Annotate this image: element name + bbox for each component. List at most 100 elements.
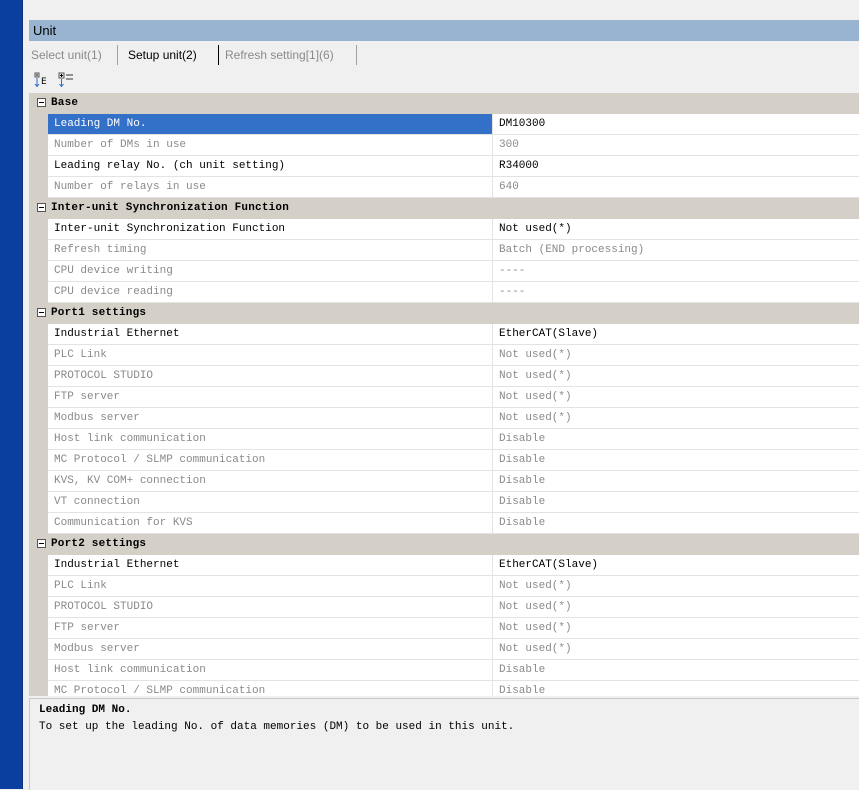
property-name[interactable]: MC Protocol / SLMP communication: [54, 450, 488, 470]
collapse-icon[interactable]: [37, 203, 46, 212]
property-value[interactable]: Not used(*): [499, 618, 572, 638]
property-row[interactable]: PLC Link Not used(*): [48, 345, 859, 366]
property-name[interactable]: Modbus server: [54, 408, 488, 428]
property-row[interactable]: CPU device writing ----: [48, 261, 859, 282]
property-row[interactable]: VT connection Disable: [48, 492, 859, 513]
property-row[interactable]: PLC Link Not used(*): [48, 576, 859, 597]
property-value[interactable]: Not used(*): [499, 408, 572, 428]
property-row[interactable]: MC Protocol / SLMP communication Disable: [48, 450, 859, 471]
property-value[interactable]: Not used(*): [499, 345, 572, 365]
category-header[interactable]: Base: [29, 93, 859, 114]
property-value[interactable]: Disable: [499, 429, 545, 449]
property-name[interactable]: FTP server: [54, 387, 488, 407]
property-row[interactable]: Number of DMs in use 300: [48, 135, 859, 156]
column-divider: [492, 513, 493, 534]
property-value[interactable]: Disable: [499, 471, 545, 491]
property-name[interactable]: Leading relay No. (ch unit setting): [54, 156, 488, 176]
property-value[interactable]: Not used(*): [499, 219, 572, 239]
property-row[interactable]: Host link communication Disable: [48, 660, 859, 681]
property-name[interactable]: Leading DM No.: [54, 114, 488, 134]
property-value[interactable]: Disable: [499, 450, 545, 470]
collapse-icon[interactable]: [37, 308, 46, 317]
column-divider: [492, 471, 493, 492]
property-name[interactable]: Host link communication: [54, 429, 488, 449]
property-value[interactable]: DM10300: [499, 114, 545, 134]
property-row[interactable]: PROTOCOL STUDIO Not used(*): [48, 597, 859, 618]
property-value[interactable]: Disable: [499, 660, 545, 680]
property-row[interactable]: CPU device reading ----: [48, 282, 859, 303]
property-name[interactable]: Industrial Ethernet: [54, 555, 488, 575]
column-divider: [492, 597, 493, 618]
property-value[interactable]: Not used(*): [499, 576, 572, 596]
tab-refresh-setting[interactable]: Refresh setting[1](6): [225, 47, 334, 64]
property-value[interactable]: ----: [499, 261, 525, 281]
tab-separator: [218, 45, 219, 65]
property-name[interactable]: PLC Link: [54, 345, 488, 365]
pane-title: Unit: [33, 23, 57, 38]
property-row[interactable]: Modbus server Not used(*): [48, 639, 859, 660]
property-name[interactable]: Industrial Ethernet: [54, 324, 488, 344]
property-value[interactable]: 300: [499, 135, 519, 155]
property-name[interactable]: MC Protocol / SLMP communication: [54, 681, 488, 696]
property-value[interactable]: Not used(*): [499, 639, 572, 659]
property-name[interactable]: FTP server: [54, 618, 488, 638]
property-value[interactable]: Batch (END processing): [499, 240, 644, 260]
property-row[interactable]: Industrial Ethernet EtherCAT(Slave): [48, 555, 859, 576]
tab-setup-unit[interactable]: Setup unit(2): [128, 47, 197, 64]
property-value[interactable]: EtherCAT(Slave): [499, 555, 598, 575]
property-name[interactable]: Host link communication: [54, 660, 488, 680]
column-divider: [492, 429, 493, 450]
property-name[interactable]: PROTOCOL STUDIO: [54, 366, 488, 386]
property-row[interactable]: FTP server Not used(*): [48, 618, 859, 639]
property-name[interactable]: KVS, KV COM+ connection: [54, 471, 488, 491]
property-value[interactable]: R34000: [499, 156, 539, 176]
property-row[interactable]: Industrial Ethernet EtherCAT(Slave): [48, 324, 859, 345]
property-name[interactable]: VT connection: [54, 492, 488, 512]
property-row[interactable]: Number of relays in use 640: [48, 177, 859, 198]
property-row[interactable]: Communication for KVS Disable: [48, 513, 859, 534]
column-divider: [492, 156, 493, 177]
column-divider: [492, 366, 493, 387]
property-name[interactable]: PROTOCOL STUDIO: [54, 597, 488, 617]
property-value[interactable]: Not used(*): [499, 387, 572, 407]
column-divider: [492, 219, 493, 240]
property-value[interactable]: Not used(*): [499, 597, 572, 617]
property-name[interactable]: Refresh timing: [54, 240, 488, 260]
property-name[interactable]: Inter-unit Synchronization Function: [54, 219, 488, 239]
property-name[interactable]: PLC Link: [54, 576, 488, 596]
tab-separator: [356, 45, 357, 65]
property-row[interactable]: KVS, KV COM+ connection Disable: [48, 471, 859, 492]
property-value[interactable]: Disable: [499, 513, 545, 533]
property-name[interactable]: Number of relays in use: [54, 177, 488, 197]
property-row[interactable]: PROTOCOL STUDIO Not used(*): [48, 366, 859, 387]
collapse-icon[interactable]: [37, 539, 46, 548]
property-name[interactable]: Modbus server: [54, 639, 488, 659]
column-divider: [492, 639, 493, 660]
property-row[interactable]: Host link communication Disable: [48, 429, 859, 450]
property-value[interactable]: ----: [499, 282, 525, 302]
property-value[interactable]: Disable: [499, 681, 545, 696]
category-header[interactable]: Inter-unit Synchronization Function: [29, 198, 859, 219]
property-value[interactable]: Disable: [499, 492, 545, 512]
property-name[interactable]: CPU device reading: [54, 282, 488, 302]
property-row[interactable]: Refresh timing Batch (END processing): [48, 240, 859, 261]
property-row[interactable]: Modbus server Not used(*): [48, 408, 859, 429]
column-divider: [492, 618, 493, 639]
property-name[interactable]: Communication for KVS: [54, 513, 488, 533]
property-row[interactable]: Leading DM No. DM10300: [48, 114, 859, 135]
property-row[interactable]: Leading relay No. (ch unit setting) R3400…: [48, 156, 859, 177]
tab-select-unit[interactable]: Select unit(1): [31, 47, 102, 64]
property-value[interactable]: 640: [499, 177, 519, 197]
property-value[interactable]: EtherCAT(Slave): [499, 324, 598, 344]
property-row[interactable]: Inter-unit Synchronization Function Not u…: [48, 219, 859, 240]
category-header[interactable]: Port1 settings: [29, 303, 859, 324]
property-value[interactable]: Not used(*): [499, 366, 572, 386]
collapse-icon[interactable]: [37, 98, 46, 107]
sort-categorized-icon[interactable]: E: [34, 72, 50, 88]
property-name[interactable]: Number of DMs in use: [54, 135, 488, 155]
category-header[interactable]: Port2 settings: [29, 534, 859, 555]
property-row[interactable]: FTP server Not used(*): [48, 387, 859, 408]
sort-alphabetical-icon[interactable]: [58, 72, 74, 88]
property-row[interactable]: MC Protocol / SLMP communication Disable: [48, 681, 859, 696]
property-name[interactable]: CPU device writing: [54, 261, 488, 281]
